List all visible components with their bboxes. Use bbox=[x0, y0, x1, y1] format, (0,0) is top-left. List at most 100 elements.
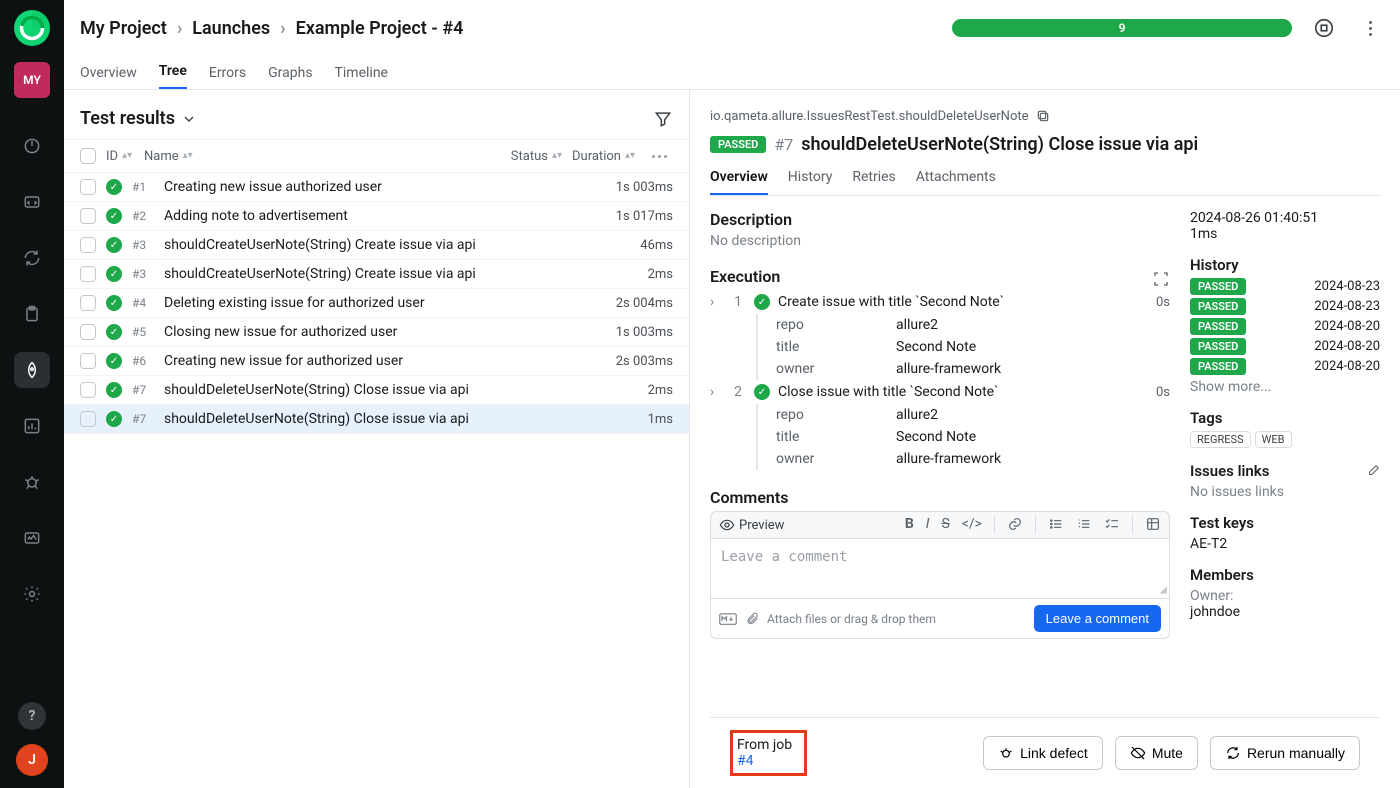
col-status[interactable]: Status▴▾ bbox=[511, 149, 562, 164]
history-item[interactable]: PASSED2024-08-23 bbox=[1190, 298, 1380, 315]
leave-comment-button[interactable]: Leave a comment bbox=[1034, 605, 1161, 632]
crumb-root[interactable]: My Project bbox=[80, 18, 167, 39]
row-duration: 46ms bbox=[640, 238, 673, 253]
table-row[interactable]: ✓ #4 Deleting existing issue for authori… bbox=[64, 289, 689, 318]
ulist-icon[interactable] bbox=[1048, 516, 1064, 534]
preview-button[interactable]: Preview bbox=[719, 517, 784, 533]
expand-icon[interactable] bbox=[1152, 270, 1170, 288]
row-checkbox[interactable] bbox=[80, 411, 96, 427]
exec-step[interactable]: › 2 ✓ Close issue with title `Second Not… bbox=[710, 380, 1170, 404]
bottom-bar: From job #4 Link defect Mute Rerun manua… bbox=[710, 717, 1380, 788]
run-date: 2024-08-26 01:40:51 bbox=[1190, 210, 1380, 226]
comment-textarea[interactable]: Leave a comment◢ bbox=[710, 539, 1170, 599]
row-checkbox[interactable] bbox=[80, 353, 96, 369]
attach-label[interactable]: Attach files or drag & drop them bbox=[767, 612, 936, 626]
nav-dashboard-icon[interactable] bbox=[14, 128, 50, 164]
chevron-right-icon[interactable]: › bbox=[710, 384, 722, 400]
chevron-right-icon[interactable]: › bbox=[710, 294, 722, 310]
olist-icon[interactable] bbox=[1076, 516, 1092, 534]
checklist-icon[interactable] bbox=[1104, 516, 1120, 534]
row-checkbox[interactable] bbox=[80, 237, 96, 253]
nav-env-icon[interactable] bbox=[14, 520, 50, 556]
help-icon[interactable]: ? bbox=[18, 702, 46, 730]
table-row[interactable]: ✓ #7 shouldDeleteUserNote(String) Close … bbox=[64, 376, 689, 405]
keys-text: AE-T2 bbox=[1190, 536, 1380, 552]
nav-launches-icon[interactable] bbox=[14, 352, 50, 388]
dtab-attachments[interactable]: Attachments bbox=[916, 169, 996, 195]
row-checkbox[interactable] bbox=[80, 382, 96, 398]
link-defect-button[interactable]: Link defect bbox=[983, 736, 1103, 770]
table-row[interactable]: ✓ #2 Adding note to advertisement 1s 017… bbox=[64, 202, 689, 231]
table-row[interactable]: ✓ #6 Creating new issue for authorized u… bbox=[64, 347, 689, 376]
history-item[interactable]: PASSED2024-08-20 bbox=[1190, 318, 1380, 335]
select-all-checkbox[interactable] bbox=[80, 148, 96, 164]
nav-defects-icon[interactable] bbox=[14, 464, 50, 500]
nav-code-icon[interactable] bbox=[14, 184, 50, 220]
copy-icon[interactable] bbox=[1035, 108, 1051, 124]
row-name: shouldCreateUserNote(String) Create issu… bbox=[164, 266, 638, 282]
topbar: My Project › Launches › Example Project … bbox=[64, 0, 1400, 56]
history-item[interactable]: PASSED2024-08-20 bbox=[1190, 358, 1380, 375]
row-id: #7 bbox=[132, 383, 154, 397]
from-job-link[interactable]: #4 bbox=[737, 753, 792, 769]
tab-overview[interactable]: Overview bbox=[80, 65, 137, 89]
table-icon[interactable] bbox=[1145, 516, 1161, 534]
show-more-link[interactable]: Show more... bbox=[1190, 379, 1380, 395]
status-passed-icon: ✓ bbox=[754, 294, 770, 310]
row-checkbox[interactable] bbox=[80, 208, 96, 224]
project-avatar[interactable]: MY bbox=[14, 62, 50, 98]
italic-icon[interactable]: I bbox=[926, 516, 930, 534]
nav-analytics-icon[interactable] bbox=[14, 408, 50, 444]
progress-bar[interactable]: 9 bbox=[952, 19, 1292, 37]
exec-step[interactable]: › 1 ✓ Create issue with title `Second No… bbox=[710, 290, 1170, 314]
dtab-retries[interactable]: Retries bbox=[852, 169, 895, 195]
dtab-overview[interactable]: Overview bbox=[710, 169, 768, 195]
strike-icon[interactable]: S bbox=[941, 516, 949, 534]
row-duration: 1s 003ms bbox=[616, 325, 673, 340]
col-id[interactable]: ID▴▾ bbox=[106, 149, 134, 164]
history-date: 2024-08-20 bbox=[1314, 339, 1380, 354]
col-duration[interactable]: Duration▴▾ bbox=[572, 149, 635, 164]
row-checkbox[interactable] bbox=[80, 324, 96, 340]
stop-icon[interactable] bbox=[1310, 14, 1338, 42]
tag-chip[interactable]: REGRESS bbox=[1190, 431, 1251, 448]
link-icon[interactable] bbox=[1007, 516, 1023, 534]
attach-icon[interactable] bbox=[745, 612, 759, 626]
dtab-history[interactable]: History bbox=[788, 169, 833, 195]
chevron-down-icon[interactable] bbox=[181, 111, 197, 127]
more-vert-icon[interactable] bbox=[1356, 14, 1384, 42]
table-row[interactable]: ✓ #3 shouldCreateUserNote(String) Create… bbox=[64, 260, 689, 289]
tab-timeline[interactable]: Timeline bbox=[335, 65, 388, 89]
nav-clipboard-icon[interactable] bbox=[14, 296, 50, 332]
history-item[interactable]: PASSED2024-08-20 bbox=[1190, 338, 1380, 355]
row-checkbox[interactable] bbox=[80, 266, 96, 282]
table-row[interactable]: ✓ #5 Closing new issue for authorized us… bbox=[64, 318, 689, 347]
edit-icon[interactable] bbox=[1366, 464, 1380, 478]
user-avatar[interactable]: J bbox=[16, 744, 48, 776]
bold-icon[interactable]: B bbox=[905, 516, 914, 534]
mute-button[interactable]: Mute bbox=[1115, 736, 1198, 770]
history-item[interactable]: PASSED2024-08-23 bbox=[1190, 278, 1380, 295]
row-checkbox[interactable] bbox=[80, 179, 96, 195]
table-row[interactable]: ✓ #7 shouldDeleteUserNote(String) Close … bbox=[64, 405, 689, 434]
resize-handle-icon[interactable]: ◢ bbox=[1160, 582, 1167, 596]
code-icon[interactable]: </> bbox=[962, 516, 982, 534]
rerun-button[interactable]: Rerun manually bbox=[1210, 736, 1360, 770]
tag-chip[interactable]: WEB bbox=[1255, 431, 1292, 448]
filter-icon[interactable] bbox=[653, 109, 673, 129]
col-name[interactable]: Name▴▾ bbox=[144, 149, 501, 164]
tab-errors[interactable]: Errors bbox=[209, 65, 246, 89]
row-checkbox[interactable] bbox=[80, 295, 96, 311]
tab-graphs[interactable]: Graphs bbox=[268, 65, 312, 89]
result-title: shouldDeleteUserNote(String) Close issue… bbox=[801, 134, 1198, 155]
chevron-right-icon: › bbox=[280, 18, 285, 39]
tab-tree[interactable]: Tree bbox=[159, 63, 187, 89]
more-horz-icon[interactable] bbox=[645, 155, 673, 158]
nav-settings-icon[interactable] bbox=[14, 576, 50, 612]
table-row[interactable]: ✓ #3 shouldCreateUserNote(String) Create… bbox=[64, 231, 689, 260]
row-duration: 2s 004ms bbox=[616, 296, 673, 311]
crumb-launches[interactable]: Launches bbox=[192, 18, 270, 39]
sidenav: MY ? J bbox=[0, 0, 64, 788]
table-row[interactable]: ✓ #1 Creating new issue authorized user … bbox=[64, 173, 689, 202]
nav-sync-icon[interactable] bbox=[14, 240, 50, 276]
